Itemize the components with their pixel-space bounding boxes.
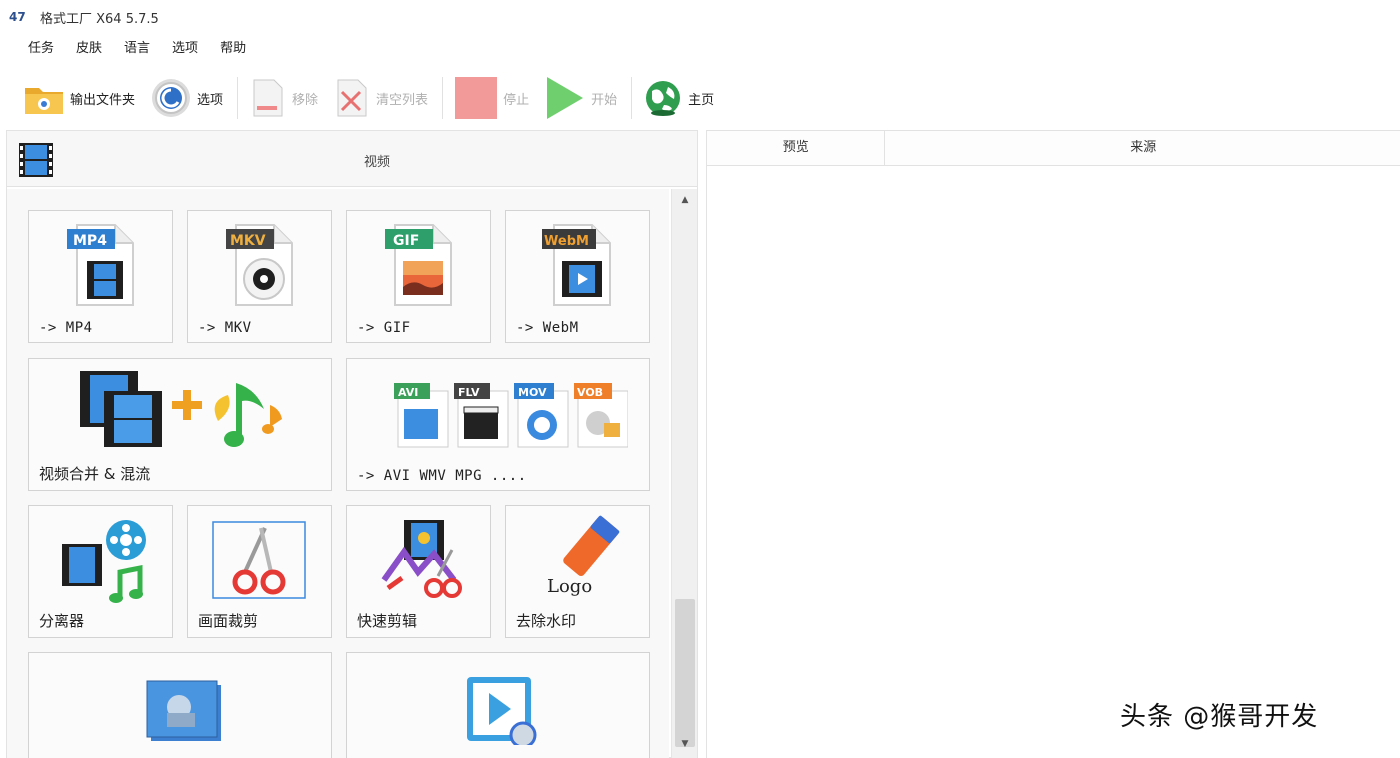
logo-text: Logo (547, 576, 592, 597)
tile-grid: MP4 -> MP4 MKV -> MKV GIF -> GIF WebM ->… (7, 189, 669, 758)
gif-file-icon: GIF (384, 224, 452, 306)
eraser-logo-icon: Logo (547, 515, 619, 597)
window-title: 格式工厂 X64 5.7.5 (40, 12, 159, 27)
task-list-header: 预览 来源 (707, 130, 1400, 166)
home-label: 主页 (688, 92, 715, 108)
output-folder-button[interactable]: 输出文件夹 (22, 73, 135, 123)
remove-label: 移除 (292, 92, 319, 108)
options-label: 选项 (197, 92, 224, 108)
menu-task[interactable]: 任务 (28, 36, 54, 62)
options-gear-icon (152, 79, 191, 117)
multi-format-icon: AVI FLV MOV VOB (394, 383, 628, 448)
stop-icon (455, 77, 498, 119)
toolbar: 输出文件夹 选项 移除 清空列表 停止 开始 主页 (0, 68, 1400, 128)
tile-label: 分离器 (39, 612, 85, 630)
tile-label: -> AVI WMV MPG .... (357, 468, 527, 484)
clear-list-button[interactable]: 清空列表 (332, 73, 428, 123)
home-button[interactable]: 主页 (642, 73, 714, 123)
scroll-thumb[interactable] (675, 599, 695, 747)
start-button[interactable]: 开始 (543, 73, 617, 123)
clear-list-label: 清空列表 (376, 92, 429, 108)
tile-to-mp4[interactable]: MP4 -> MP4 (28, 210, 173, 343)
toolbar-separator (442, 77, 444, 119)
video-play-icon (467, 677, 537, 745)
column-source[interactable]: 来源 (885, 131, 1400, 165)
tile-label: -> MP4 (39, 320, 93, 336)
photo-video-icon (146, 680, 221, 741)
gif-badge-text: GIF (393, 233, 419, 249)
task-list-panel: 预览 来源 (706, 130, 1400, 758)
toolbar-separator (631, 77, 633, 119)
category-header-video[interactable]: 视频 (7, 131, 697, 187)
stop-label: 停止 (503, 92, 530, 108)
tile-remove-watermark[interactable]: Logo 去除水印 (505, 505, 650, 638)
tile-splitter[interactable]: 分离器 (28, 505, 173, 638)
tile-label: 画面裁剪 (198, 612, 259, 630)
remove-document-icon (253, 79, 283, 117)
folder-icon (25, 88, 63, 114)
category-title: 视频 (363, 155, 390, 170)
remove-button[interactable]: 移除 (248, 73, 318, 123)
menu-language[interactable]: 语言 (124, 36, 150, 62)
quick-clip-icon (381, 520, 462, 598)
column-preview[interactable]: 预览 (707, 131, 886, 165)
tile-to-mkv[interactable]: MKV -> MKV (187, 210, 332, 343)
vertical-scrollbar[interactable]: ▲ ▼ (671, 189, 697, 758)
clear-list-icon (337, 79, 367, 117)
function-panel: 视频 MP4 -> MP4 MKV -> MKV GIF -> GIF WebM… (6, 130, 698, 758)
menu-options[interactable]: 选项 (172, 36, 198, 62)
watermark-text: 头条 @猴哥开发 (1120, 702, 1319, 732)
tile-picture-video[interactable] (28, 652, 332, 758)
globe-icon (646, 81, 681, 116)
mkv-badge-text: MKV (230, 233, 266, 249)
start-label: 开始 (591, 92, 618, 108)
play-icon (547, 77, 584, 119)
menu-help[interactable]: 帮助 (220, 36, 246, 62)
mp4-badge-text: MP4 (73, 233, 107, 249)
mkv-file-icon: MKV (225, 224, 293, 306)
avi-badge-text: AVI (398, 386, 418, 399)
flv-badge-text: FLV (458, 386, 480, 399)
tile-crop[interactable]: 画面裁剪 (187, 505, 332, 638)
tile-label: -> MKV (198, 320, 252, 336)
crop-scissors-icon (211, 521, 306, 599)
webm-file-icon: WebM (541, 224, 611, 306)
menu-skin[interactable]: 皮肤 (76, 36, 102, 62)
menu-bar: 任务 皮肤 语言 选项 帮助 (0, 36, 1400, 62)
toolbar-separator (237, 77, 239, 119)
merge-video-audio-icon (80, 371, 282, 447)
tile-label: 去除水印 (516, 612, 577, 630)
svg-text:47: 47 (9, 10, 26, 23)
tile-screen-record[interactable] (346, 652, 650, 758)
splitter-icon (61, 520, 146, 603)
webm-badge-text: WebM (544, 234, 589, 249)
mp4-file-icon: MP4 (66, 224, 134, 306)
tile-to-gif[interactable]: GIF -> GIF (346, 210, 491, 343)
tile-label: -> WebM (516, 320, 579, 336)
app-logo-icon: 47 (8, 9, 26, 23)
mov-badge-text: MOV (518, 386, 547, 399)
tile-to-avi-wmv-mpg[interactable]: AVI FLV MOV VOB -> AVI WMV MPG .... (346, 358, 650, 491)
scroll-up-arrow-icon[interactable]: ▲ (672, 189, 698, 211)
tile-quick-clip[interactable]: 快速剪辑 (346, 505, 491, 638)
vob-badge-text: VOB (577, 386, 603, 399)
tile-label: -> GIF (357, 320, 411, 336)
output-folder-label: 输出文件夹 (70, 92, 136, 108)
tile-to-webm[interactable]: WebM -> WebM (505, 210, 650, 343)
stop-button[interactable]: 停止 (453, 73, 529, 123)
tile-label: 快速剪辑 (357, 612, 418, 630)
tile-label: 视频合并 & 混流 (39, 465, 151, 483)
scroll-down-arrow-icon[interactable]: ▼ (672, 733, 698, 755)
title-bar: 47 格式工厂 X64 5.7.5 (0, 0, 1400, 34)
options-button[interactable]: 选项 (149, 73, 223, 123)
tile-video-merge-mux[interactable]: 视频合并 & 混流 (28, 358, 332, 491)
